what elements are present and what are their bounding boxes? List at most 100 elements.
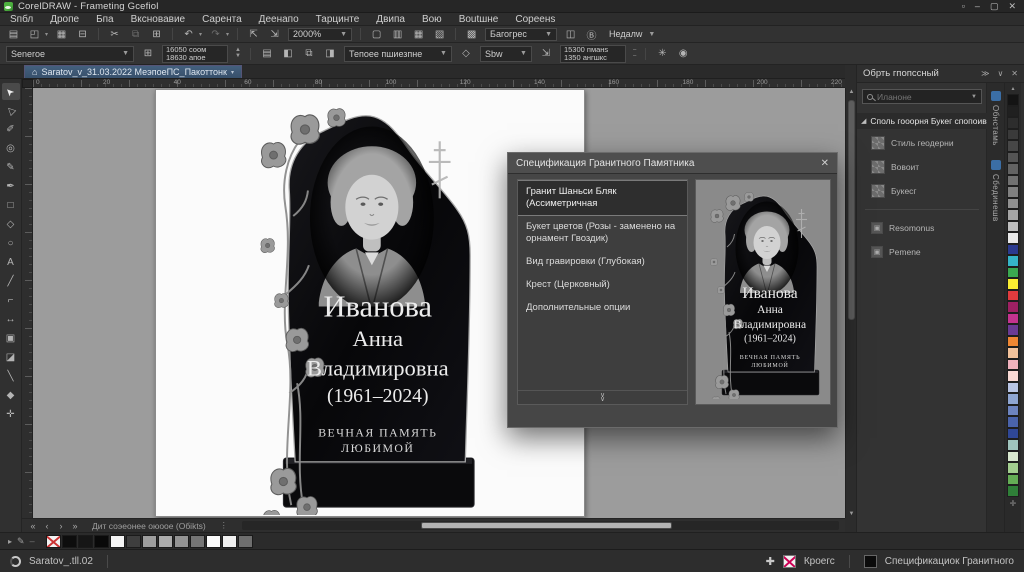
color-swatch[interactable] — [158, 535, 173, 548]
color-swatch[interactable] — [1007, 186, 1019, 198]
target-icon[interactable]: ◉ — [676, 48, 690, 59]
color-swatch[interactable] — [94, 535, 109, 548]
undo-dropdown-icon[interactable]: ▾ — [199, 31, 202, 38]
object-size-fields[interactable]: 15300 пманs 1350 ангшкс — [560, 45, 626, 63]
page-nav-button[interactable]: › — [56, 521, 66, 531]
preset-list-combo[interactable]: Seneroe ▼ — [6, 46, 134, 62]
color-swatch[interactable] — [1007, 290, 1019, 302]
menu-item[interactable]: Сореенs — [515, 14, 555, 25]
menu-item[interactable]: Бпа — [96, 14, 114, 25]
color-swatch[interactable] — [126, 535, 141, 548]
color-swatch[interactable] — [206, 535, 221, 548]
shape-tool[interactable]: ▷ — [2, 102, 20, 119]
menu-item[interactable]: Деенапо — [259, 14, 299, 25]
docker-search-box[interactable]: ▼ — [862, 89, 982, 104]
color-swatch[interactable] — [174, 535, 189, 548]
color-swatch[interactable] — [1007, 267, 1019, 279]
menu-item[interactable]: Сарента — [202, 14, 242, 25]
fullscreen-preview-button[interactable]: ▢ — [369, 27, 384, 41]
color-swatch[interactable] — [1007, 94, 1019, 106]
save-button[interactable]: ▦ — [54, 27, 69, 41]
color-swatch[interactable] — [1007, 175, 1019, 187]
color-swatch[interactable] — [1007, 278, 1019, 290]
line-tool[interactable]: ╱ — [2, 273, 20, 290]
frame-tool[interactable]: ▣ — [2, 330, 20, 347]
page-layout-icon[interactable]: ▤ — [260, 48, 274, 59]
color-swatch[interactable] — [1007, 416, 1019, 428]
color-swatch[interactable] — [1007, 370, 1019, 382]
copy-settings-button[interactable]: ⧉ — [302, 48, 316, 59]
color-swatch[interactable] — [1007, 336, 1019, 348]
tree-item[interactable]: Стиль геодерни — [857, 131, 987, 155]
transparency-tool[interactable]: ◪ — [2, 349, 20, 366]
color-swatch[interactable] — [110, 535, 125, 548]
color-swatch[interactable] — [142, 535, 157, 548]
dialog-title-bar[interactable]: Спецификация Гранитного Памятника ✕ — [508, 153, 837, 174]
color-swatch[interactable] — [222, 535, 237, 548]
tree-item[interactable]: ▣Resomonus — [857, 216, 987, 240]
minimize-button[interactable]: – — [975, 1, 980, 11]
no-color-swatch[interactable] — [46, 535, 61, 548]
spec-list-item[interactable]: Букет цветов (Розы - заменено на орнамен… — [518, 216, 687, 251]
new-document-button[interactable]: ▤ — [6, 27, 21, 41]
mirror-horizontal-button[interactable]: ◧ — [281, 48, 295, 59]
view-enhanced-button[interactable]: ▧ — [432, 27, 447, 41]
color-swatch[interactable] — [1007, 255, 1019, 267]
text-tool[interactable]: A — [2, 254, 20, 271]
docker-close-icon[interactable]: ✕ — [1011, 69, 1018, 78]
pick-tool[interactable]: ➤ — [2, 83, 20, 100]
menu-item[interactable]: Boutшне — [459, 14, 499, 25]
size-spinner[interactable]: –– — [633, 48, 636, 59]
blend-mode-combo[interactable]: Тепоее пшиезпне ▼ — [344, 46, 452, 62]
ellipse-tool[interactable]: ○ — [2, 235, 20, 252]
menu-item[interactable]: Вою — [422, 14, 442, 25]
view-simple-button[interactable]: ▥ — [390, 27, 405, 41]
color-swatch[interactable] — [1007, 232, 1019, 244]
color-swatch[interactable] — [1007, 485, 1019, 497]
undo-button[interactable]: ↶ — [181, 27, 196, 41]
smear-tool[interactable]: ✐ — [2, 121, 20, 138]
tab-dropdown-icon[interactable]: ▾ — [231, 69, 234, 76]
docker-tree-root[interactable]: ◢ Споль гооорня Букег спопоивеамный — [857, 113, 987, 129]
rectangle-tool[interactable]: □ — [2, 197, 20, 214]
menu-item[interactable]: Дропе — [50, 14, 79, 25]
snap-to-combo[interactable]: Недалw ▼ — [605, 28, 667, 41]
vertical-scrollbar-thumb[interactable] — [848, 100, 855, 320]
color-swatch[interactable] — [1007, 462, 1019, 474]
filter-funnel-icon[interactable]: ▼ — [971, 94, 977, 100]
color-swatch[interactable] — [1007, 313, 1019, 325]
zoom-tool[interactable]: ◎ — [2, 140, 20, 157]
color-swatch[interactable] — [1007, 163, 1019, 175]
expand-caret-icon[interactable]: ◢ — [861, 117, 866, 125]
maximize-button[interactable]: ▢ — [990, 1, 999, 12]
view-normal-button[interactable]: ▦ — [411, 27, 426, 41]
page-nav-button[interactable]: » — [70, 521, 80, 531]
eyedropper-icon[interactable]: ✎ — [17, 536, 25, 547]
polygon-tool[interactable]: ◇ — [2, 216, 20, 233]
page-nav-button[interactable]: ‹ — [42, 521, 52, 531]
knife-tool[interactable]: ╲ — [2, 368, 20, 385]
settings-gear-icon[interactable]: ✳ — [655, 48, 669, 59]
export-button[interactable]: ⇲ — [267, 27, 282, 41]
freehand-tool[interactable]: ✎ — [2, 159, 20, 176]
menu-item[interactable]: Sпбл — [10, 14, 33, 25]
redo-button[interactable]: ↷ — [208, 27, 223, 41]
color-swatch[interactable] — [1007, 117, 1019, 129]
open-button[interactable]: ◰ — [27, 27, 42, 41]
copy-button[interactable]: ⧉ — [128, 27, 143, 41]
document-tab[interactable]: ⌂ Saratov_v_31.03.2022 МеэпоеПС_Пакоттон… — [24, 65, 242, 78]
docker-side-tab[interactable]: Обнстамь — [991, 91, 1001, 146]
vertical-scrollbar[interactable]: ▲ ▼ — [845, 88, 856, 518]
preset-combo[interactable]: Багогрес ▼ — [485, 28, 557, 41]
zoom-level-combo[interactable]: 2000% ▼ — [288, 28, 352, 41]
color-swatch[interactable] — [1007, 382, 1019, 394]
artistic-media-tool[interactable]: ✒ — [2, 178, 20, 195]
color-swatch[interactable] — [1007, 301, 1019, 313]
color-swatch[interactable] — [1007, 106, 1019, 118]
color-swatch[interactable] — [1007, 129, 1019, 141]
spec-list-item[interactable]: Гранит Шаньси Бляк (Ассиметричная — [518, 180, 687, 216]
dialog-close-button[interactable]: ✕ — [821, 158, 829, 169]
no-fill-swatch[interactable] — [783, 555, 796, 568]
menu-item[interactable]: Двипа — [376, 14, 405, 25]
docker-collapse-icon[interactable]: ≫ — [981, 69, 989, 78]
